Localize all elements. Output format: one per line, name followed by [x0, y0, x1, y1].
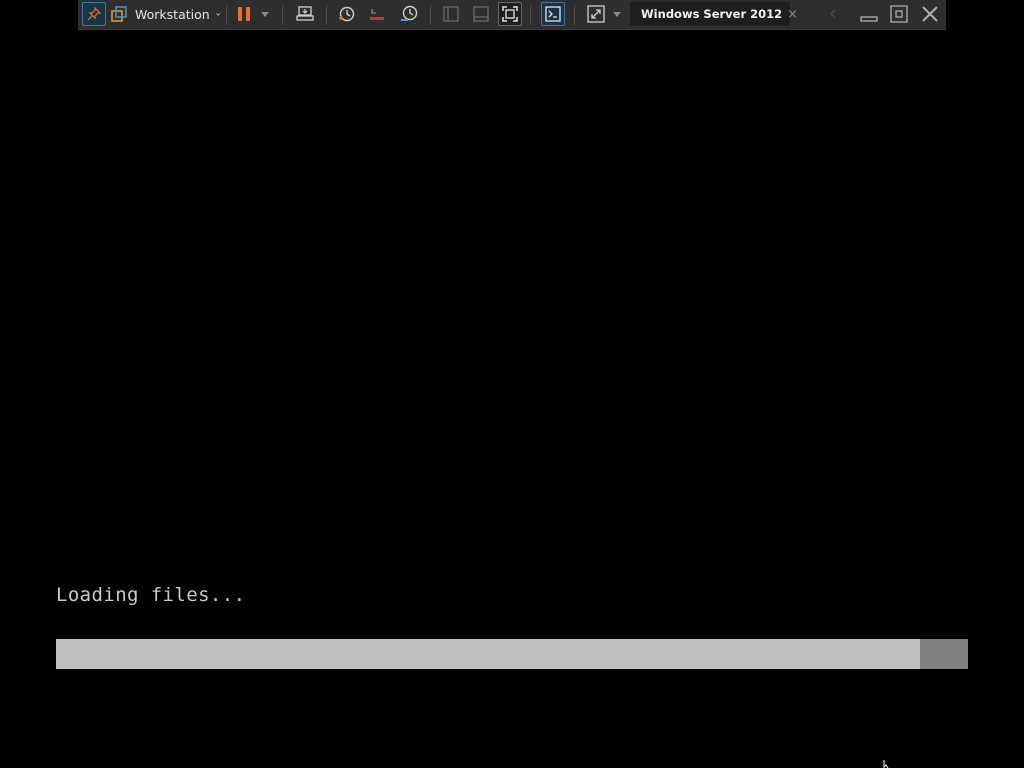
vm-tab-title: Windows Server 2012: [641, 7, 783, 21]
toolbar-divider: [530, 5, 531, 25]
caret-down-icon[interactable]: [610, 2, 624, 26]
console-view-icon[interactable]: [541, 2, 565, 26]
pause-icon[interactable]: [233, 2, 255, 26]
product-menu-dropdown[interactable]: Workstation: [132, 2, 220, 26]
view-thumbnail-icon[interactable]: [470, 2, 492, 26]
caret-down-icon[interactable]: [258, 2, 272, 26]
boot-progress-fill: [56, 639, 920, 669]
product-label: Workstation: [135, 6, 210, 22]
fullscreen-icon[interactable]: [498, 2, 522, 26]
stretch-guest-icon[interactable]: [584, 2, 608, 26]
snapshot-manager-icon[interactable]: [397, 2, 421, 26]
close-icon[interactable]: [918, 2, 942, 26]
toolbar-divider: [282, 5, 283, 25]
revert-snapshot-icon[interactable]: [366, 2, 388, 26]
toolbar-divider: [326, 5, 327, 25]
vmware-unity-toolbar: Workstation Windows Server 2012 ×: [78, 0, 946, 30]
chevron-down-icon: [215, 12, 220, 16]
take-snapshot-icon[interactable]: [336, 2, 358, 26]
mouse-cursor-icon: [883, 760, 889, 768]
chevron-left-icon[interactable]: [826, 2, 840, 26]
pin-icon[interactable]: [82, 2, 106, 26]
close-tab-icon[interactable]: ×: [787, 7, 798, 22]
boot-progress-bar: [56, 639, 968, 669]
toolbar-divider: [574, 5, 575, 25]
toolbar-divider: [226, 5, 227, 25]
toolbar-divider: [430, 5, 431, 25]
minimize-icon[interactable]: [858, 2, 880, 26]
vm-tab[interactable]: Windows Server 2012 ×: [630, 2, 798, 26]
view-library-icon[interactable]: [440, 2, 462, 26]
restore-icon[interactable]: [888, 2, 910, 26]
boot-status-text: Loading files...: [56, 584, 246, 606]
send-ctrl-alt-del-icon[interactable]: [293, 2, 317, 26]
library-icon[interactable]: [108, 2, 130, 26]
